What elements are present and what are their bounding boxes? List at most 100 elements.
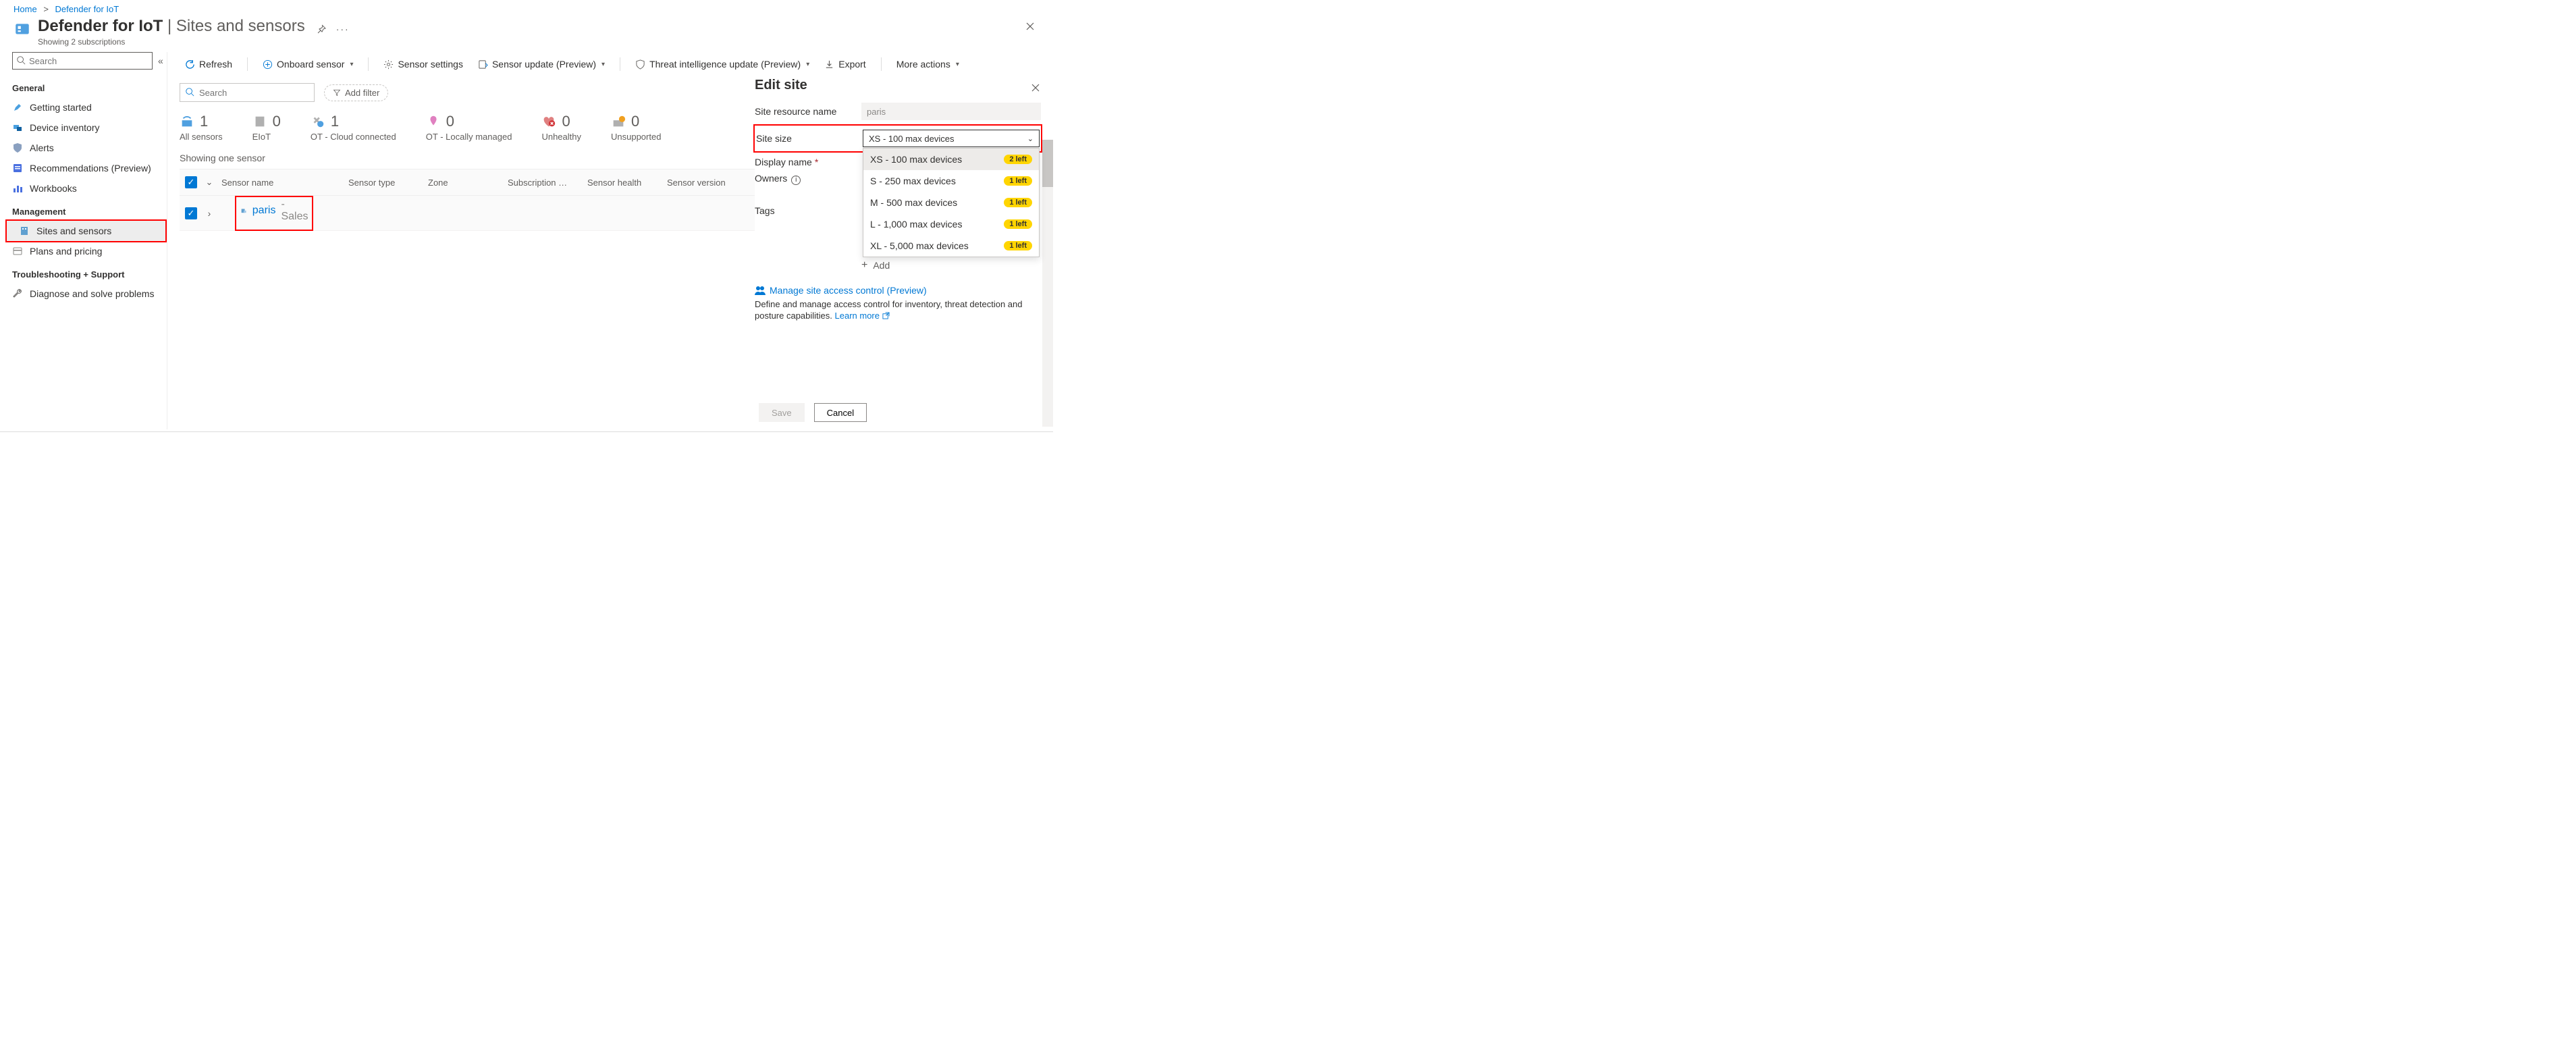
sensor-warn-icon	[611, 114, 626, 129]
nav-plans-pricing[interactable]: Plans and pricing	[0, 241, 167, 261]
dd-option-xs[interactable]: XS - 100 max devices2 left	[863, 149, 1039, 170]
list-icon	[12, 163, 23, 174]
people-icon	[755, 286, 766, 295]
breadcrumb-separator: >	[43, 4, 49, 14]
ti-update-button[interactable]: Threat intelligence update (Preview)▾	[630, 56, 815, 72]
breadcrumb-home[interactable]: Home	[14, 4, 37, 14]
th-sensor-type[interactable]: Sensor type	[348, 178, 423, 188]
heart-broken-icon	[541, 114, 556, 129]
row-checkbox[interactable]: ✓	[185, 207, 197, 219]
nav-workbooks[interactable]: Workbooks	[0, 178, 167, 198]
expand-row-icon[interactable]: ›	[203, 208, 216, 219]
resource-name-field: paris	[861, 103, 1041, 120]
page-title: Defender for IoT | Sites and sensors	[38, 17, 305, 35]
breadcrumb-defender[interactable]: Defender for IoT	[55, 4, 119, 14]
panel-title: Edit site	[755, 78, 807, 93]
site-tag: - Sales	[281, 198, 308, 223]
refresh-icon	[185, 59, 195, 70]
manage-access-link[interactable]: Manage site access control (Preview)	[755, 285, 1041, 296]
manage-access-desc: Define and manage access control for inv…	[755, 298, 1041, 322]
stat-all-sensors[interactable]: 1 All sensors	[180, 113, 223, 142]
close-icon[interactable]	[1025, 21, 1036, 32]
collapse-sidebar-icon[interactable]: «	[158, 55, 163, 66]
dd-option-l[interactable]: L - 1,000 max devices1 left	[863, 213, 1039, 235]
site-name[interactable]: paris	[252, 205, 276, 217]
building-icon	[19, 226, 30, 236]
sidebar: « General Getting started Device invento…	[0, 52, 167, 429]
info-icon[interactable]: i	[791, 176, 801, 185]
nav-group-troubleshoot: Troubleshooting + Support	[0, 261, 167, 284]
scrollbar-thumb[interactable]	[1042, 140, 1053, 187]
cancel-button[interactable]: Cancel	[814, 403, 867, 422]
dd-option-m[interactable]: M - 500 max devices1 left	[863, 192, 1039, 213]
site-size-select[interactable]: XS - 100 max devices ⌄ XS - 100 max devi…	[863, 130, 1040, 147]
gear-icon	[383, 59, 394, 70]
nav-sites-sensors[interactable]: Sites and sensors	[7, 221, 165, 241]
dd-option-s[interactable]: S - 250 max devices1 left	[863, 170, 1039, 192]
toolbar: Refresh Onboard sensor▾ Sensor settings …	[167, 52, 1053, 76]
cloud-tools-icon	[311, 114, 325, 129]
add-filter-button[interactable]: Add filter	[324, 84, 388, 101]
page-subtitle: Showing 2 subscriptions	[38, 37, 305, 47]
chart-icon	[12, 183, 23, 194]
add-tag-button[interactable]: + Add	[861, 259, 1041, 271]
stat-eiot[interactable]: 0 EIoT	[252, 113, 281, 142]
nav-getting-started[interactable]: Getting started	[0, 97, 167, 117]
save-button[interactable]: Save	[759, 403, 805, 422]
nav-recommendations[interactable]: Recommendations (Preview)	[0, 158, 167, 178]
stat-unhealthy[interactable]: 0 Unhealthy	[541, 113, 581, 142]
plus-icon: +	[861, 259, 867, 271]
select-all-checkbox[interactable]: ✓	[185, 176, 197, 188]
devices-icon	[12, 122, 23, 133]
nav-device-inventory[interactable]: Device inventory	[0, 117, 167, 138]
onboard-sensor-button[interactable]: Onboard sensor▾	[257, 56, 358, 72]
stat-unsupported[interactable]: 0 Unsupported	[611, 113, 661, 142]
wrench-icon	[12, 288, 23, 299]
edit-site-panel: Edit site Site resource name paris Site …	[755, 78, 1041, 322]
pricing-icon	[12, 246, 23, 257]
filter-icon	[333, 88, 341, 97]
sidebar-search-input[interactable]	[12, 52, 153, 70]
nav-alerts[interactable]: Alerts	[0, 138, 167, 158]
plus-circle-icon	[263, 59, 273, 70]
sensor-update-button[interactable]: Sensor update (Preview)▾	[473, 56, 610, 72]
search-icon	[16, 55, 26, 65]
update-icon	[478, 59, 488, 70]
label-resource-name: Site resource name	[755, 106, 861, 117]
th-zone[interactable]: Zone	[428, 178, 502, 188]
pin-icon	[426, 114, 441, 129]
dd-option-xl[interactable]: XL - 5,000 max devices1 left	[863, 235, 1039, 257]
stat-ot-local[interactable]: 0 OT - Locally managed	[426, 113, 512, 142]
close-panel-icon[interactable]	[1030, 82, 1041, 93]
nav-diagnose[interactable]: Diagnose and solve problems	[0, 284, 167, 304]
search-icon	[185, 87, 194, 97]
sensor-icon	[180, 114, 194, 129]
export-button[interactable]: Export	[819, 56, 871, 72]
expand-all-icon[interactable]: ⌄	[203, 177, 216, 188]
more-icon[interactable]: ···	[336, 24, 350, 34]
main-content: Refresh Onboard sensor▾ Sensor settings …	[167, 52, 1053, 429]
th-sensor-health[interactable]: Sensor health	[587, 178, 662, 188]
shield-icon	[12, 142, 23, 153]
label-display-name: Display name*	[755, 157, 861, 167]
main-search	[180, 83, 315, 102]
learn-more-link[interactable]: Learn more	[835, 311, 890, 321]
external-link-icon	[882, 312, 890, 319]
stat-ot-cloud[interactable]: 1 OT - Cloud connected	[311, 113, 396, 142]
more-actions-button[interactable]: More actions▾	[891, 56, 965, 72]
nav-group-management: Management	[0, 198, 167, 221]
rocket-icon	[12, 102, 23, 113]
breadcrumb: Home > Defender for IoT	[0, 0, 1053, 16]
pin-icon[interactable]	[316, 24, 327, 34]
th-sensor-name[interactable]: Sensor name	[221, 178, 343, 188]
sensor-settings-button[interactable]: Sensor settings	[378, 56, 468, 72]
chevron-down-icon: ⌄	[1027, 134, 1034, 143]
main-search-input[interactable]	[180, 83, 315, 102]
refresh-button[interactable]: Refresh	[180, 56, 238, 72]
label-owners: Ownersi	[755, 173, 861, 185]
defender-iot-icon	[14, 21, 31, 38]
th-sensor-version[interactable]: Sensor version	[667, 178, 741, 188]
download-icon	[824, 59, 834, 70]
th-subscription[interactable]: Subscription …	[508, 178, 582, 188]
page-header: Defender for IoT | Sites and sensors Sho…	[0, 16, 1053, 52]
